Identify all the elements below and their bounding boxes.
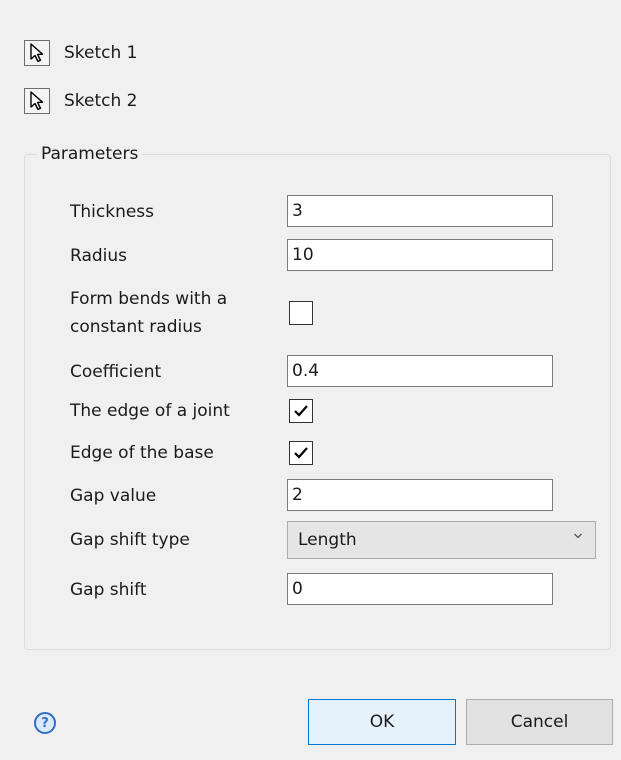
checkmark-icon [294, 447, 308, 459]
sketch-1-select-button[interactable] [24, 40, 50, 66]
ok-button[interactable]: OK [308, 699, 456, 745]
constant-radius-label-line-1: Form bends with a [70, 289, 228, 309]
constant-radius-checkbox[interactable] [289, 301, 313, 325]
sketch-2-label: Sketch 2 [64, 91, 138, 111]
gap-shift-type-selected: Length [298, 530, 357, 550]
sketch-1-label: Sketch 1 [64, 43, 138, 63]
parameters-group-title: Parameters [37, 144, 143, 164]
constant-radius-label-line-2: constant radius [70, 317, 202, 337]
gap-shift-label: Gap shift [70, 580, 147, 600]
edge-of-joint-label: The edge of a joint [70, 401, 230, 421]
sketch-2-select-button[interactable] [24, 88, 50, 114]
help-question-icon[interactable]: ? [34, 712, 56, 734]
gap-shift-type-label: Gap shift type [70, 530, 190, 550]
coefficient-label: Coefficient [70, 362, 162, 382]
constant-radius-label: Form bends with a constant radius [70, 285, 227, 341]
edge-of-joint-checkbox[interactable] [289, 399, 313, 423]
edge-of-base-label: Edge of the base [70, 443, 214, 463]
parameters-group: Parameters Thickness Radius Form bends w… [24, 144, 611, 650]
gap-value-input[interactable] [287, 479, 553, 511]
thickness-label: Thickness [70, 202, 155, 222]
cursor-arrow-icon [30, 91, 44, 111]
radius-input[interactable] [287, 239, 553, 271]
sketch-1-row: Sketch 1 [24, 38, 138, 68]
checkmark-icon [294, 405, 308, 417]
edge-of-base-checkbox[interactable] [289, 441, 313, 465]
gap-shift-type-dropdown[interactable]: Length [287, 521, 596, 559]
cursor-arrow-icon [30, 43, 44, 63]
radius-label: Radius [70, 246, 128, 266]
gap-shift-input[interactable] [287, 573, 553, 605]
thickness-input[interactable] [287, 195, 553, 227]
coefficient-input[interactable] [287, 355, 553, 387]
gap-value-label: Gap value [70, 486, 157, 506]
cancel-button[interactable]: Cancel [466, 699, 613, 745]
chevron-down-icon [574, 533, 582, 539]
sketch-2-row: Sketch 2 [24, 86, 138, 116]
